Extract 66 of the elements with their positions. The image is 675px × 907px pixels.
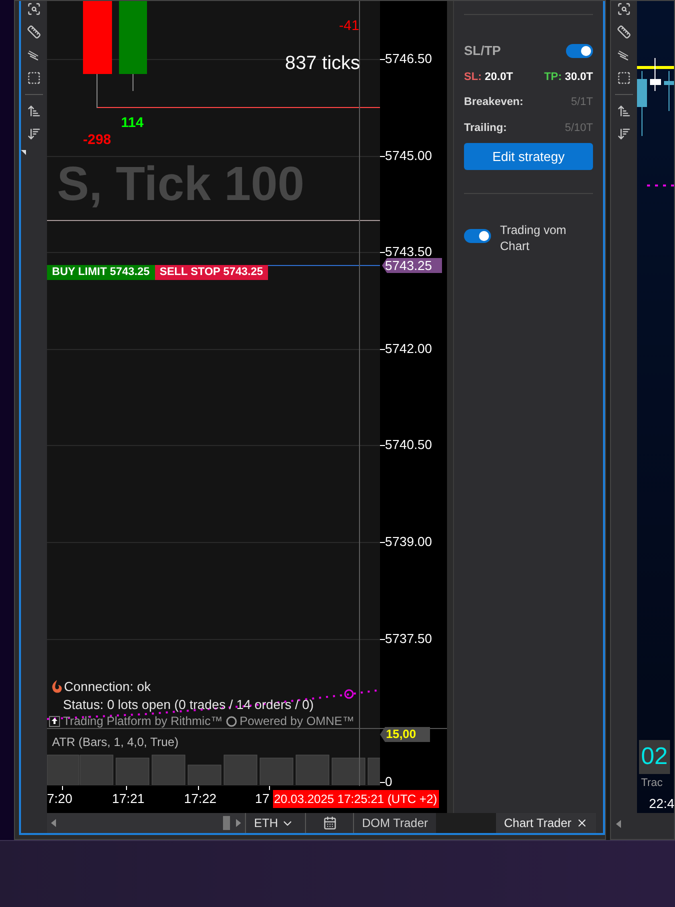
dashed-rect-icon[interactable] [27, 71, 41, 85]
price-label: 5740.50 [385, 437, 432, 453]
time-label: 7:20 [47, 792, 72, 805]
time-label: 17 [255, 792, 270, 805]
order-label[interactable]: SELL STOP 5743.25 [154, 265, 268, 280]
platform-credit: Trac [641, 776, 663, 791]
order-label[interactable]: BUY LIMIT 5743.25 [47, 265, 155, 280]
sort-descending-icon[interactable] [617, 127, 631, 141]
price-label: 5739.00 [385, 534, 432, 550]
last-price-tag: 5743.25 [382, 258, 442, 273]
account-status: Status: 0 lots open (0 trades / 14 orders / 0) [63, 696, 314, 714]
platform-credit: Trading Platform by Rithmic™ [63, 713, 223, 728]
price-label: 5746.50 [385, 51, 432, 67]
scrollbar-thumb[interactable] [223, 816, 230, 830]
session-dropdown[interactable]: ETH [245, 813, 306, 833]
toggle-switch[interactable] [566, 44, 593, 58]
hatch-lines-icon[interactable] [27, 48, 41, 62]
dashed-rect-icon[interactable] [617, 71, 631, 85]
hatch-lines-icon[interactable] [617, 48, 631, 62]
ruler-icon[interactable] [27, 25, 41, 39]
stop-loss-value: SL: 20.0T [464, 70, 513, 84]
crosshair-time-label: 20.03.2025 17:25:21 (UTC +2) [273, 790, 440, 808]
sort-descending-icon[interactable] [27, 127, 41, 141]
trade-result-label: -298 [83, 132, 112, 146]
powered-by-credit: Powered by OMNE™ [240, 713, 354, 728]
corner-triangle-icon [21, 150, 26, 155]
flame-logo-icon [50, 679, 63, 694]
setting-label: Breakeven: [464, 95, 524, 110]
ruler-icon[interactable] [617, 25, 631, 39]
sort-ascending-icon[interactable] [617, 104, 631, 118]
scroll-left-icon[interactable] [616, 820, 621, 828]
price-label: 5745.00 [385, 148, 432, 164]
trade-result-label: -41 [339, 18, 360, 32]
sort-ascending-icon[interactable] [27, 104, 41, 118]
range-label: 837 ticks [285, 54, 360, 73]
trade-result-label: 114 [121, 115, 144, 129]
close-icon[interactable] [576, 817, 588, 829]
upload-icon [49, 716, 60, 726]
time-label: 17:22 [184, 792, 217, 805]
time-label: 22:4 [649, 795, 674, 813]
zoom-icon[interactable] [617, 2, 631, 16]
horizontal-scrollbar[interactable] [47, 813, 245, 833]
time-label: 17:21 [112, 792, 145, 805]
setting-value: 5/10T [564, 120, 593, 136]
setting-label: Trailing: [464, 120, 507, 136]
calendar-icon [322, 816, 336, 830]
price-label: 5737.50 [385, 631, 432, 647]
indicator-value: 02 [639, 740, 670, 774]
indicator-line [647, 184, 674, 187]
scroll-left-icon[interactable] [51, 819, 56, 827]
take-profit-value: TP: 30.0T [544, 70, 593, 84]
setting-value: 5/1T [570, 95, 593, 110]
indicator-title: ATR (Bars, 1, 4,0, True) [52, 734, 178, 751]
indicator-axis-label: 0 [385, 775, 392, 789]
zoom-icon[interactable] [27, 2, 41, 16]
indicator-value-tag: 15,00 [380, 727, 430, 742]
price-label: 5743.50 [385, 244, 432, 260]
toggle-switch[interactable] [464, 229, 491, 243]
scroll-right-icon[interactable] [236, 819, 241, 827]
toggle-label: Trading vom Chart [500, 222, 568, 254]
ring-logo-icon [226, 716, 237, 726]
panel-tab[interactable]: Chart Trader [496, 813, 596, 833]
section-title: SL/TP [464, 42, 501, 60]
connection-status: Connection: ok [64, 678, 151, 696]
edit-strategy-button[interactable]: Edit strategy [464, 143, 593, 170]
price-label: 5742.00 [385, 341, 432, 357]
